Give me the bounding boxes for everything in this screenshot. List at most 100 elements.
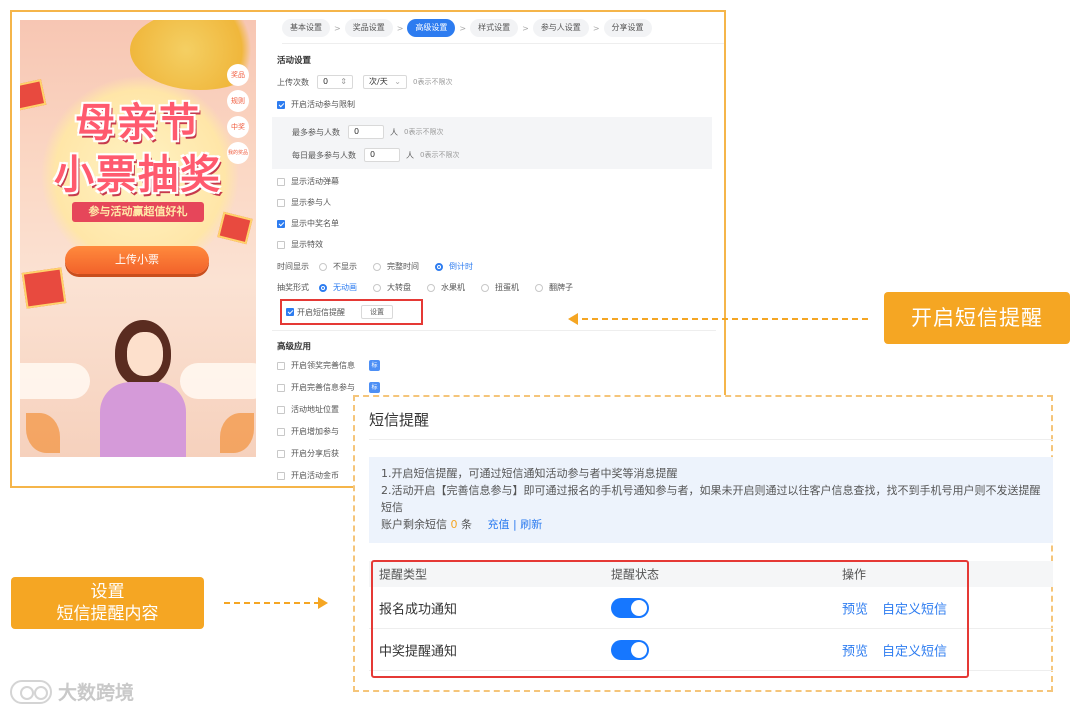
time-display-label: 时间显示 (277, 262, 309, 271)
advanced-checkbox[interactable] (277, 383, 285, 392)
advanced-item-label: 开启增加参与 (291, 427, 339, 436)
time-option-countdown[interactable]: 倒计时 (449, 261, 473, 272)
refresh-link[interactable]: 刷新 (520, 518, 542, 531)
stepper-icon[interactable]: ⇕ (340, 76, 347, 88)
tab-advanced-settings[interactable]: 高级设置 (407, 19, 456, 37)
advanced-item[interactable]: 开启活动金币 (277, 470, 339, 481)
advanced-item[interactable]: 开启领奖完善信息 标 (277, 360, 380, 371)
lottery-radio-wheel[interactable] (373, 283, 381, 292)
watermark: 大数跨境 (10, 678, 134, 705)
time-radio-full[interactable] (373, 262, 381, 271)
lottery-form-label: 抽奖形式 (277, 283, 309, 292)
option-participants-row[interactable]: 显示参与人 (277, 197, 331, 208)
time-display-row: 时间显示 不显示 完整时间 倒计时 (277, 261, 489, 272)
info-line-1: 1.开启短信提醒，可通过短信通知活动参与者中奖等消息提醒 (381, 467, 678, 480)
callout-line1: 设置 (90, 582, 125, 602)
lottery-option-gacha[interactable]: 扭蛋机 (495, 282, 519, 293)
activity-preview: 母亲节 小票抽奖 参与活动赢超值好礼 上传小票 奖品 规则 中奖 我的奖品 (20, 20, 256, 457)
steps-divider (282, 43, 724, 44)
lottery-radio-fruit[interactable] (427, 283, 435, 292)
step-separator: > (592, 23, 600, 33)
option-danmu-row[interactable]: 显示活动弹幕 (277, 176, 339, 187)
participation-limit-checkbox[interactable] (277, 100, 285, 109)
recharge-link[interactable]: 充值 (488, 518, 510, 531)
balance-unit: 条 (461, 518, 472, 531)
daily-max-input[interactable]: 0 (364, 148, 400, 162)
tab-basic-settings[interactable]: 基本设置 (282, 19, 330, 37)
advanced-section-title: 高级应用 (277, 342, 312, 352)
brand-logo-icon (10, 679, 52, 704)
time-option-none[interactable]: 不显示 (333, 261, 357, 272)
lottery-radio-gacha[interactable] (481, 283, 489, 292)
show-effects-label: 显示特效 (291, 240, 323, 249)
lottery-option-fruit[interactable]: 水果机 (441, 282, 465, 293)
advanced-checkbox[interactable] (277, 471, 285, 480)
upload-count-row: 上传次数 0 ⇕ 次/天 ⌄ 0表示不限次 (277, 75, 452, 89)
upload-receipt-button[interactable]: 上传小票 (65, 246, 209, 274)
lottery-radio-flip[interactable] (535, 283, 543, 292)
time-option-full[interactable]: 完整时间 (387, 261, 419, 272)
woman-face (127, 332, 163, 376)
danmu-checkbox[interactable] (277, 177, 285, 186)
callout-arrow-line (572, 318, 868, 320)
leaf-decoration (26, 413, 60, 453)
step-separator: > (459, 23, 467, 33)
preview-title-line1: 母亲节 (75, 100, 201, 146)
show-effects-checkbox[interactable] (277, 240, 285, 249)
lottery-option-wheel[interactable]: 大转盘 (387, 282, 411, 293)
sms-panel-title: 短信提醒 (369, 411, 430, 429)
sms-reminder-highlight (280, 299, 423, 325)
show-participants-checkbox[interactable] (277, 198, 285, 207)
advanced-checkbox[interactable] (277, 427, 285, 436)
show-winners-label: 显示中奖名单 (291, 219, 339, 228)
callout-arrow-line (224, 602, 320, 604)
upload-hint: 0表示不限次 (413, 78, 453, 86)
show-winners-checkbox[interactable] (277, 219, 285, 228)
my-prize-side-icon[interactable]: 我的奖品 (227, 142, 249, 164)
sms-balance: 账户剩余短信 0 条 充值 | 刷新 (381, 516, 1041, 533)
balance-value: 0 (450, 518, 458, 531)
max-participants-input[interactable]: 0 (348, 125, 384, 139)
title-divider (369, 439, 1053, 440)
time-radio-countdown[interactable] (435, 262, 443, 271)
info-badge: 标 (369, 382, 380, 393)
advanced-item[interactable]: 活动地址位置 (277, 404, 339, 415)
advanced-checkbox[interactable] (277, 361, 285, 370)
chevron-down-icon: ⌄ (394, 77, 401, 86)
step-separator: > (522, 23, 529, 33)
advanced-item[interactable]: 开启增加参与 (277, 426, 339, 437)
danmu-label: 显示活动弹幕 (291, 177, 339, 186)
daily-max-row: 每日最多参与人数 0 人 0表示不限次 (292, 148, 459, 162)
tab-participant-settings[interactable]: 参与人设置 (532, 19, 589, 37)
advanced-checkbox[interactable] (277, 449, 285, 458)
upload-unit-select[interactable]: 次/天 ⌄ (363, 75, 407, 89)
balance-label: 账户剩余短信 (381, 518, 447, 531)
advanced-item[interactable]: 开启分享后获 (277, 448, 339, 459)
lottery-option-none[interactable]: 无动画 (333, 282, 357, 293)
participation-limit-row[interactable]: 开启活动参与限制 (277, 99, 355, 110)
preview-title-line2: 小票抽奖 (54, 152, 222, 198)
show-participants-label: 显示参与人 (291, 198, 331, 207)
upload-count-input[interactable]: 0 ⇕ (317, 75, 353, 89)
activity-section-title: 活动设置 (277, 56, 312, 66)
advanced-item-label: 开启完善信息参与 (291, 383, 355, 392)
max-participants-row: 最多参与人数 0 人 0表示不限次 (292, 125, 443, 139)
prize-side-icon[interactable]: 奖品 (227, 64, 249, 86)
tab-share-settings[interactable]: 分享设置 (603, 19, 652, 37)
advanced-item[interactable]: 开启完善信息参与 标 (277, 382, 380, 393)
advanced-item-label: 开启分享后获 (291, 449, 339, 458)
step-separator: > (334, 23, 341, 33)
lottery-radio-none[interactable] (319, 283, 327, 292)
rules-side-icon[interactable]: 规则 (227, 90, 249, 112)
winners-side-icon[interactable]: 中奖 (227, 116, 249, 138)
gift-icon (217, 211, 253, 245)
time-radio-none[interactable] (319, 262, 327, 271)
lottery-option-flip[interactable]: 翻牌子 (549, 282, 573, 293)
option-winners-row[interactable]: 显示中奖名单 (277, 218, 339, 229)
advanced-item-label: 活动地址位置 (291, 405, 339, 414)
advanced-checkbox[interactable] (277, 405, 285, 414)
tab-prize-settings[interactable]: 奖品设置 (344, 19, 393, 37)
tab-style-settings[interactable]: 样式设置 (470, 19, 519, 37)
cloud-decoration (20, 363, 90, 399)
option-effects-row[interactable]: 显示特效 (277, 239, 323, 250)
